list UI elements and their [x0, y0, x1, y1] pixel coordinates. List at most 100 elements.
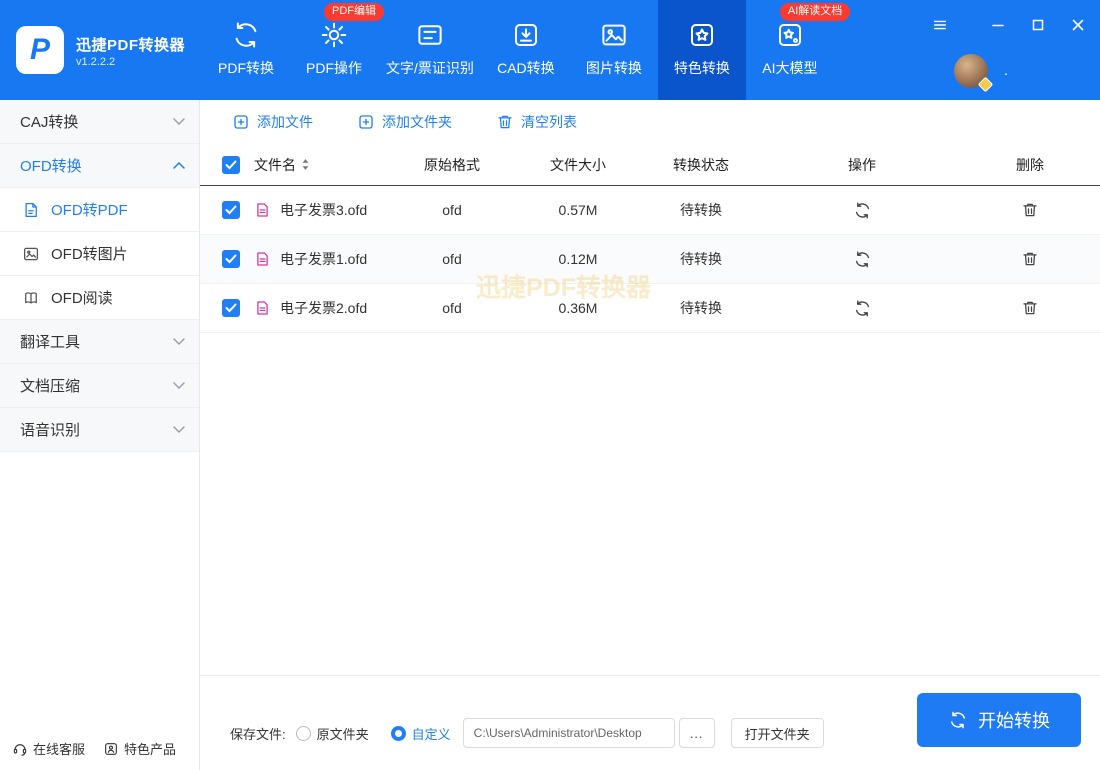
convert-row-button[interactable]: [849, 295, 875, 321]
start-convert-button[interactable]: 开始转换: [917, 693, 1081, 747]
convert-icon: [231, 19, 261, 51]
nav-item-pdf-operate[interactable]: PDF编辑 PDF操作: [290, 0, 384, 100]
sidebar-group-caj[interactable]: CAJ转换: [0, 100, 199, 144]
nav-item-pdf-convert[interactable]: PDF转换: [202, 0, 290, 100]
convert-row-button[interactable]: [849, 246, 875, 272]
sidebar-item-label: OFD阅读: [51, 290, 113, 307]
sidebar-group-label: OFD转换: [20, 158, 82, 175]
nav-label: AI大模型: [762, 60, 818, 76]
nav-label: 特色转换: [673, 60, 730, 76]
delete-row-button[interactable]: [1017, 246, 1043, 272]
sidebar-group-label: 翻译工具: [20, 334, 81, 351]
add-folder-icon: [357, 113, 375, 131]
file-status: 待转换: [680, 251, 722, 267]
chevron-down-icon: [173, 426, 185, 433]
clear-list-button[interactable]: 清空列表: [496, 112, 577, 132]
app-logo: P: [16, 26, 64, 74]
sort-icon: [301, 158, 310, 171]
sidebar-group-label: 语音识别: [20, 422, 81, 439]
file-name: 电子发票2.ofd: [280, 300, 368, 316]
online-support-label: 在线客服: [33, 742, 86, 757]
sidebar-group-ofd[interactable]: OFD转换: [0, 144, 199, 188]
nav-item-cad-convert[interactable]: CAD转换: [482, 0, 570, 100]
maximize-button[interactable]: [1030, 17, 1046, 33]
sidebar-item-ofd-to-image[interactable]: OFD转图片: [0, 232, 199, 276]
convert-row-button[interactable]: [849, 197, 875, 223]
table-row: 电子发票3.ofd ofd 0.57M 待转换: [200, 186, 1100, 235]
save-path-input[interactable]: [462, 718, 675, 748]
add-file-label: 添加文件: [257, 114, 313, 130]
sidebar-item-ofd-to-pdf[interactable]: OFD转PDF: [0, 188, 199, 232]
header-status: 转换状态: [673, 156, 729, 173]
add-file-button[interactable]: 添加文件: [232, 112, 313, 132]
clear-list-label: 清空列表: [521, 114, 577, 130]
gear-icon: [319, 19, 349, 51]
sidebar-group-translate[interactable]: 翻译工具: [0, 320, 199, 364]
nav-label: CAD转换: [497, 60, 555, 76]
ofd-file-icon: [254, 250, 271, 268]
app-version: v1.2.2.2: [76, 56, 116, 68]
menu-icon[interactable]: [932, 17, 948, 33]
chevron-down-icon: [173, 338, 185, 345]
sidebar-item-label: OFD转图片: [51, 246, 128, 263]
select-all-checkbox[interactable]: [222, 155, 240, 174]
header-filename[interactable]: 文件名: [242, 155, 412, 175]
sidebar-group-compress[interactable]: 文档压缩: [0, 364, 199, 408]
nav-item-image-convert[interactable]: 图片转换: [570, 0, 658, 100]
featured-products-label: 特色产品: [124, 742, 177, 757]
file-size: 0.12M: [558, 251, 598, 267]
row-checkbox[interactable]: [222, 201, 240, 219]
featured-products-link[interactable]: 特色产品: [103, 739, 176, 758]
add-folder-button[interactable]: 添加文件夹: [357, 112, 452, 132]
book-icon: [22, 289, 40, 307]
delete-row-button[interactable]: [1017, 197, 1043, 223]
ocr-icon: [415, 19, 445, 51]
browse-button[interactable]: …: [678, 718, 715, 748]
save-controls: 保存文件: 原文件夹 自定义 … 打开文件夹: [230, 717, 824, 749]
file-format: ofd: [442, 251, 462, 267]
minimize-button[interactable]: [990, 17, 1006, 33]
delete-row-button[interactable]: [1017, 295, 1043, 321]
online-support-link[interactable]: 在线客服: [12, 739, 85, 758]
headset-icon: [12, 741, 28, 757]
pdf-edit-badge: PDF编辑: [324, 3, 384, 21]
close-button[interactable]: [1070, 17, 1086, 33]
vip-badge-icon: [977, 76, 994, 93]
sidebar-group-speech[interactable]: 语音识别: [0, 408, 199, 452]
app-logo-letter: P: [29, 33, 50, 66]
add-file-icon: [232, 113, 250, 131]
trash-icon: [496, 113, 514, 131]
nav-item-special-convert[interactable]: 特色转换: [657, 0, 746, 100]
header-format: 原始格式: [424, 156, 480, 173]
file-name: 电子发票3.ofd: [280, 202, 368, 218]
footer-bar: 保存文件: 原文件夹 自定义 … 打开文件夹 开始转换: [200, 676, 1100, 770]
ai-icon: [775, 19, 805, 51]
top-nav: PDF转换 PDF编辑 PDF操作 文字/票证识别 CAD转换 图片转换 特色转…: [202, 0, 851, 100]
open-folder-button[interactable]: 打开文件夹: [730, 718, 824, 748]
sidebar-footer: 在线客服 特色产品: [12, 739, 176, 758]
file-format: ofd: [442, 300, 462, 316]
custom-folder-radio[interactable]: [390, 725, 406, 741]
product-icon: [103, 741, 119, 757]
header-delete: 删除: [1016, 156, 1044, 173]
username: .: [1003, 62, 1008, 79]
file-status: 待转换: [680, 300, 722, 316]
window-controls: [932, 17, 1086, 33]
nav-label: PDF操作: [306, 60, 362, 76]
custom-folder-label[interactable]: 自定义: [412, 724, 451, 743]
file-size: 0.57M: [558, 202, 598, 218]
original-folder-label[interactable]: 原文件夹: [317, 724, 369, 743]
cad-icon: [511, 19, 541, 51]
ai-doc-badge: AI解读文档: [779, 3, 851, 21]
sidebar-item-ofd-reader[interactable]: OFD阅读: [0, 276, 199, 320]
nav-item-ai-model[interactable]: AI解读文档 AI大模型: [746, 0, 851, 100]
nav-item-ocr[interactable]: 文字/票证识别: [378, 0, 482, 100]
file-size: 0.36M: [558, 300, 598, 316]
chevron-down-icon: [173, 382, 185, 389]
avatar[interactable]: [954, 54, 994, 93]
star-icon: [687, 19, 717, 51]
row-checkbox[interactable]: [222, 250, 240, 268]
sidebar-group-label: CAJ转换: [20, 114, 79, 131]
original-folder-radio[interactable]: [295, 725, 311, 741]
row-checkbox[interactable]: [222, 299, 240, 317]
